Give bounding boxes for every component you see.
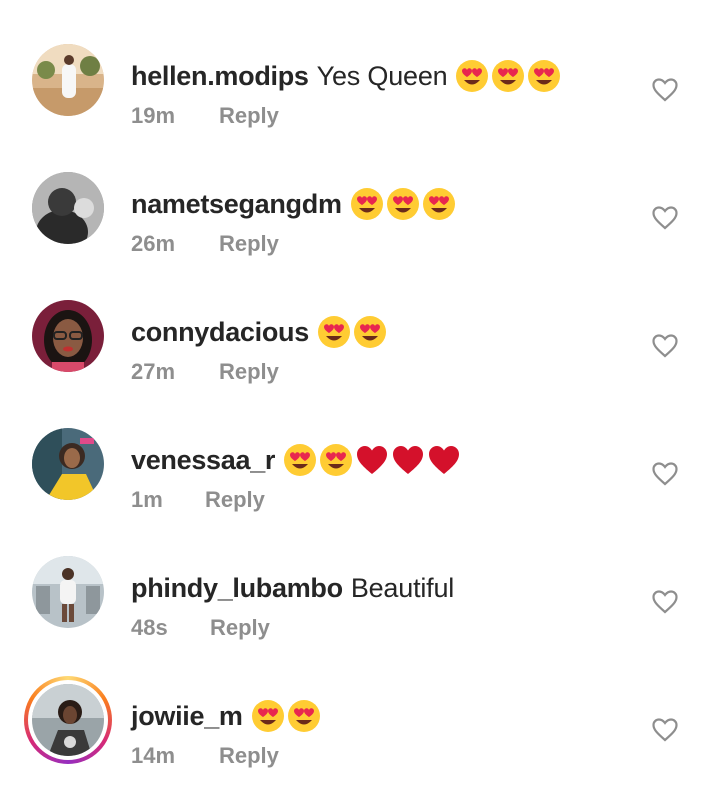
reply-button[interactable]: Reply bbox=[219, 101, 279, 131]
comment-text: Beautiful bbox=[350, 573, 455, 603]
comment-item: connydacious 27m Reply bbox=[0, 292, 720, 420]
comment-item: nametsegangdm 26m Reply bbox=[0, 164, 720, 292]
comment-item: phindy_lubambo Beautiful 48s Reply bbox=[0, 548, 720, 676]
username[interactable]: nametsegangdm bbox=[131, 186, 342, 222]
heart-eyes-emoji-icon bbox=[283, 443, 317, 477]
heart-eyes-emoji-icon bbox=[319, 443, 353, 477]
heart-eyes-emoji-icon bbox=[317, 315, 351, 349]
comment-timestamp: 48s bbox=[131, 615, 168, 640]
username[interactable]: phindy_lubambo bbox=[131, 570, 343, 606]
heart-eyes-emoji-icon bbox=[491, 59, 525, 93]
like-heart-icon[interactable] bbox=[652, 334, 678, 358]
username[interactable]: jowiie_m bbox=[131, 698, 243, 734]
emoji-group bbox=[455, 59, 561, 93]
avatar bbox=[32, 684, 104, 756]
like-heart-icon[interactable] bbox=[652, 718, 678, 742]
reply-button[interactable]: Reply bbox=[205, 485, 265, 515]
heart-eyes-emoji-icon bbox=[386, 187, 420, 221]
heart-eyes-emoji-icon bbox=[422, 187, 456, 221]
heart-eyes-emoji-icon bbox=[287, 699, 321, 733]
red-heart-emoji-icon bbox=[391, 443, 425, 477]
reply-button[interactable]: Reply bbox=[219, 229, 279, 259]
avatar-story-ring[interactable] bbox=[24, 676, 112, 764]
comment-timestamp: 1m bbox=[131, 487, 163, 512]
heart-eyes-emoji-icon bbox=[251, 699, 285, 733]
username[interactable]: hellen.modips bbox=[131, 58, 309, 94]
emoji-group bbox=[317, 315, 387, 349]
comment-item: jowiie_m 14m Reply bbox=[0, 676, 720, 804]
comment-text: Yes Queen bbox=[316, 61, 448, 91]
avatar[interactable] bbox=[32, 44, 104, 116]
comment-timestamp: 26m bbox=[131, 231, 176, 256]
heart-eyes-emoji-icon bbox=[527, 59, 561, 93]
reply-button[interactable]: Reply bbox=[219, 741, 279, 771]
comment-timestamp: 19m bbox=[131, 103, 176, 128]
username[interactable]: connydacious bbox=[131, 314, 309, 350]
emoji-group bbox=[350, 187, 456, 221]
comment-item: hellen.modips Yes Queen 19m Reply bbox=[0, 36, 720, 164]
emoji-group bbox=[283, 443, 461, 477]
comment-item: venessaa_r 1m Reply bbox=[0, 420, 720, 548]
heart-eyes-emoji-icon bbox=[350, 187, 384, 221]
username[interactable]: venessaa_r bbox=[131, 442, 275, 478]
like-heart-icon[interactable] bbox=[652, 590, 678, 614]
red-heart-emoji-icon bbox=[355, 443, 389, 477]
like-heart-icon[interactable] bbox=[652, 462, 678, 486]
reply-button[interactable]: Reply bbox=[219, 357, 279, 387]
like-heart-icon[interactable] bbox=[652, 78, 678, 102]
avatar[interactable] bbox=[32, 428, 104, 500]
reply-button[interactable]: Reply bbox=[210, 613, 270, 643]
red-heart-emoji-icon bbox=[427, 443, 461, 477]
comment-timestamp: 14m bbox=[131, 743, 176, 768]
avatar[interactable] bbox=[32, 556, 104, 628]
comment-timestamp: 27m bbox=[131, 359, 176, 384]
like-heart-icon[interactable] bbox=[652, 206, 678, 230]
heart-eyes-emoji-icon bbox=[455, 59, 489, 93]
heart-eyes-emoji-icon bbox=[353, 315, 387, 349]
avatar[interactable] bbox=[32, 172, 104, 244]
emoji-group bbox=[251, 699, 321, 733]
avatar[interactable] bbox=[32, 300, 104, 372]
